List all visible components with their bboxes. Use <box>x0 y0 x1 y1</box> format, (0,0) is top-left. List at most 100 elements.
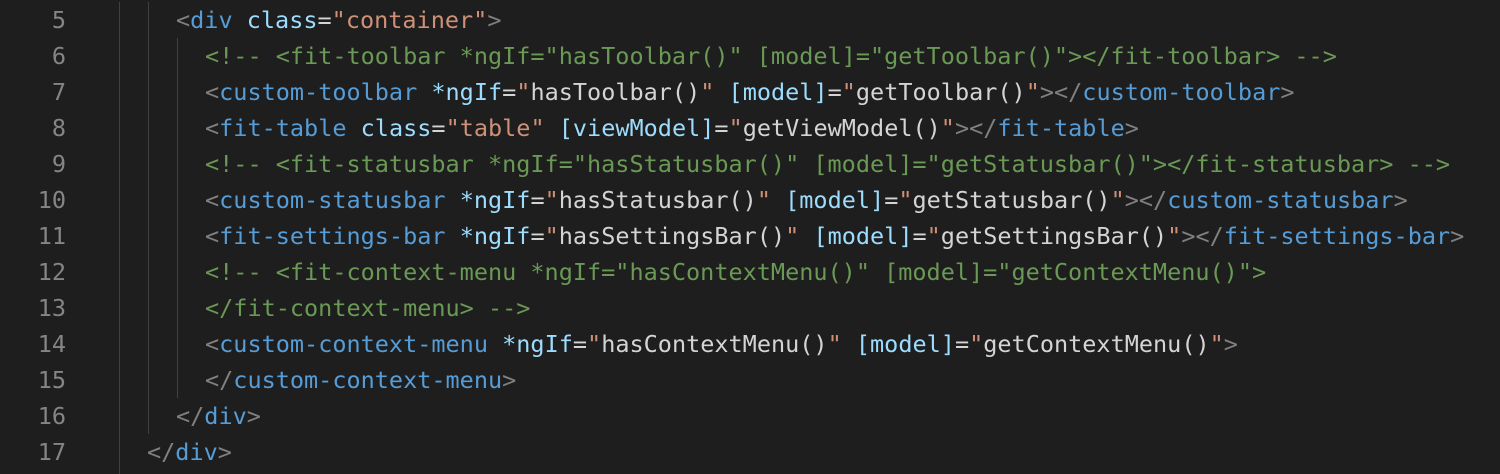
code-editor[interactable]: 5 <div class="container"> 6 <!-- <fit-toolb… <box>0 0 1500 474</box>
code-token: = <box>317 6 332 34</box>
line-number: 6 <box>51 42 66 70</box>
code-token: div <box>204 402 247 430</box>
code-line[interactable]: 5 <div class="container"> <box>0 2 1500 38</box>
code-text: <div class="container"> <box>176 2 501 38</box>
code-token: " <box>516 78 531 106</box>
code-token: custom-context-menu <box>233 366 503 394</box>
line-number: 15 <box>37 366 66 394</box>
code-token: *ngIf <box>459 222 531 250</box>
code-token: < <box>205 222 220 250</box>
code-token: " <box>969 330 984 358</box>
code-token: <!-- <fit-toolbar *ngIf="hasToolbar()" [… <box>205 42 1337 70</box>
code-text: <!-- <fit-statusbar *ngIf="hasStatusbar(… <box>205 146 1450 182</box>
line-number: 14 <box>37 330 66 358</box>
code-text: <!-- <fit-toolbar *ngIf="hasToolbar()" [… <box>205 38 1337 74</box>
code-token: </ <box>176 402 205 430</box>
code-token: fit-table <box>997 114 1125 142</box>
code-token: </fit-context-menu> --> <box>205 294 531 322</box>
code-token: < <box>176 6 191 34</box>
code-text: <custom-statusbar *ngIf="hasStatusbar()"… <box>205 182 1408 218</box>
code-token: hasStatusbar() <box>558 186 757 214</box>
code-token: < <box>205 186 220 214</box>
code-token: custom-toolbar <box>219 78 418 106</box>
code-token: custom-toolbar <box>1082 78 1281 106</box>
code-text: <!-- <fit-context-menu *ngIf="hasContext… <box>205 254 1266 290</box>
code-token: </ <box>147 438 176 466</box>
code-token: <!-- <fit-statusbar *ngIf="hasStatusbar(… <box>205 150 1451 178</box>
code-token: = <box>530 186 545 214</box>
code-line[interactable]: 14 <custom-context-menu *ngIf="hasContext… <box>0 326 1500 362</box>
code-token: ></ <box>1181 222 1224 250</box>
code-line[interactable]: 13 </fit-context-menu> --> <box>0 290 1500 326</box>
code-token: getContextMenu() <box>983 330 1210 358</box>
code-token: div <box>175 438 218 466</box>
code-line[interactable]: 10 <custom-statusbar *ngIf="hasStatusbar(… <box>0 182 1500 218</box>
code-token: < <box>205 330 220 358</box>
code-token: < <box>205 78 220 106</box>
code-text: <custom-context-menu *ngIf="hasContextMe… <box>205 326 1238 362</box>
code-token: hasToolbar() <box>530 78 701 106</box>
code-token: *ngIf <box>459 186 531 214</box>
code-token: = <box>954 330 970 358</box>
code-line[interactable]: 16 </div> <box>0 398 1500 434</box>
line-number: 12 <box>37 258 66 286</box>
code-token: " <box>1209 330 1224 358</box>
code-token: = <box>572 330 588 358</box>
code-line[interactable]: 8 <fit-table class="table" [viewModel]="g… <box>0 110 1500 146</box>
code-token: " <box>700 78 715 106</box>
code-token: " <box>1110 186 1125 214</box>
code-token: [model] <box>728 78 828 106</box>
code-text: <fit-settings-bar *ngIf="hasSettingsBar(… <box>205 218 1464 254</box>
code-token: getViewModel() <box>742 114 941 142</box>
code-token: " <box>544 186 559 214</box>
code-token: > <box>246 402 261 430</box>
code-text: <custom-toolbar *ngIf="hasToolbar()" [mo… <box>205 74 1295 110</box>
code-token: *ngIf <box>431 78 503 106</box>
code-token: " <box>827 330 842 358</box>
line-number: 16 <box>37 402 66 430</box>
line-number: 7 <box>51 78 66 106</box>
code-token: = <box>431 114 446 142</box>
code-text: </div> <box>176 398 261 434</box>
code-token: getSettingsBar() <box>940 222 1168 250</box>
code-token: fit-settings-bar <box>219 222 446 250</box>
code-token: > <box>1124 114 1139 142</box>
code-token: = <box>502 78 517 106</box>
code-token: "table" <box>445 114 545 142</box>
code-line[interactable]: 12 <!-- <fit-context-menu *ngIf="hasConte… <box>0 254 1500 290</box>
code-token: = <box>714 114 729 142</box>
code-token: </ <box>205 366 234 394</box>
code-token: fit-table <box>219 114 347 142</box>
line-number: 8 <box>51 114 66 142</box>
code-line[interactable]: 17 </div> <box>0 434 1500 470</box>
code-token: custom-statusbar <box>1167 186 1394 214</box>
code-token: > <box>502 366 517 394</box>
code-text: </fit-context-menu> --> <box>205 290 530 326</box>
line-number: 5 <box>51 6 66 34</box>
code-token: ></ <box>954 114 998 142</box>
line-number: 11 <box>37 222 66 250</box>
code-token: " <box>728 114 743 142</box>
code-line[interactable]: 7 <custom-toolbar *ngIf="hasToolbar()" [m… <box>0 74 1500 110</box>
code-token: = <box>530 222 545 250</box>
code-line[interactable]: 15 </custom-context-menu> <box>0 362 1500 398</box>
code-token: fit-settings-bar <box>1223 222 1451 250</box>
line-number: 17 <box>37 438 66 466</box>
code-token: ></ <box>1039 78 1083 106</box>
code-line[interactable]: 6 <!-- <fit-toolbar *ngIf="hasToolbar()" … <box>0 38 1500 74</box>
code-token: < <box>205 114 220 142</box>
code-token: > <box>1280 78 1295 106</box>
code-token: hasSettingsBar() <box>558 222 786 250</box>
code-line[interactable]: 11 <fit-settings-bar *ngIf="hasSettingsBa… <box>0 218 1500 254</box>
code-token: " <box>841 78 856 106</box>
code-line[interactable]: 9 <!-- <fit-statusbar *ngIf="hasStatusbar… <box>0 146 1500 182</box>
code-token: getStatusbar() <box>912 186 1111 214</box>
code-token: [model] <box>813 222 913 250</box>
code-token: [model] <box>785 186 885 214</box>
